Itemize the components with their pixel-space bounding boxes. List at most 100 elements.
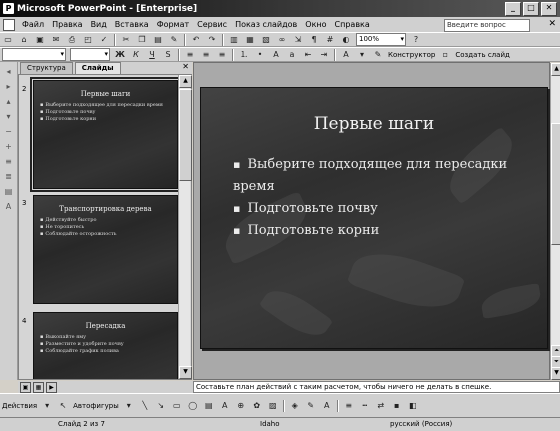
chart-icon[interactable]: ▥ (227, 33, 241, 46)
scroll-up-icon[interactable]: ▲ (179, 75, 192, 88)
actions-menu[interactable]: Действия (0, 402, 39, 410)
dropdown-arrow-icon[interactable]: ▾ (122, 399, 136, 412)
move-down-icon[interactable]: ▾ (4, 112, 14, 122)
tab-structure[interactable]: Структура (20, 62, 73, 74)
demote-icon[interactable]: ▸ (4, 82, 14, 92)
increase-indent-icon[interactable]: ⇥ (317, 48, 331, 61)
3d-style-icon[interactable]: ◧ (406, 399, 420, 412)
maximize-button[interactable]: □ (523, 2, 539, 16)
table-icon[interactable]: ▦ (243, 33, 257, 46)
expand-all-icon[interactable]: ≣ (4, 172, 14, 182)
expand-outline-icon[interactable]: + (4, 142, 14, 152)
color-grayscale-icon[interactable]: ◐ (339, 33, 353, 46)
font-size-select[interactable] (70, 48, 110, 61)
menu-insert[interactable]: Вставка (111, 17, 153, 32)
numbering-icon[interactable]: ⒈ (237, 48, 251, 61)
menu-tools[interactable]: Сервис (193, 17, 231, 32)
format-painter-icon[interactable]: ✎ (167, 33, 181, 46)
cut-icon[interactable]: ✂ (119, 33, 133, 46)
current-slide[interactable]: Первые шаги Выберите подходящее для пере… (200, 87, 548, 349)
new-icon[interactable]: ▭ (1, 33, 15, 46)
line-style-icon[interactable]: ≡ (342, 399, 356, 412)
open-icon[interactable]: ⌂ (17, 33, 31, 46)
collapse-icon[interactable]: − (4, 127, 14, 137)
align-center-icon[interactable]: ≡ (199, 48, 213, 61)
menu-window[interactable]: Окно (301, 17, 330, 32)
help-search-input[interactable]: Введите вопрос (444, 19, 530, 32)
slide-title[interactable]: Первые шаги (201, 114, 547, 134)
italic-icon[interactable]: К (129, 48, 143, 61)
slide-bullet[interactable]: Подготовьте корни (233, 220, 547, 242)
grid-icon[interactable]: # (323, 33, 337, 46)
close-button[interactable]: ✕ (541, 2, 557, 16)
fill-color-icon[interactable]: ◈ (288, 399, 302, 412)
shadow-style-icon[interactable]: ▪ (390, 399, 404, 412)
slide-bullet[interactable]: Выберите подходящее для пересадки время (233, 154, 547, 198)
slide-thumbnail-3[interactable]: Транспортировка дерева Действуйте быстро… (33, 195, 178, 304)
scroll-up-icon[interactable]: ▲ (551, 63, 560, 76)
menu-format[interactable]: Формат (153, 17, 193, 32)
hyperlink-icon[interactable]: ∞ (275, 33, 289, 46)
tab-slides[interactable]: Слайды (74, 62, 121, 74)
show-formatting-icon[interactable]: ¶ (307, 33, 321, 46)
select-objects-icon[interactable]: ↖ (56, 399, 70, 412)
undo-icon[interactable]: ↶ (189, 33, 203, 46)
print-icon[interactable]: ⎙ (65, 33, 79, 46)
slideshow-icon[interactable]: ▶ (46, 381, 57, 393)
dash-style-icon[interactable]: ┅ (358, 399, 372, 412)
slide-bullet-list[interactable]: Выберите подходящее для пересадки время … (233, 154, 547, 242)
menu-file[interactable]: Файл (18, 17, 48, 32)
menu-view[interactable]: Вид (87, 17, 111, 32)
dropdown-arrow-icon[interactable]: ▾ (355, 48, 369, 61)
align-right-icon[interactable]: ≡ (215, 48, 229, 61)
bullets-icon[interactable]: • (253, 48, 267, 61)
shadow-icon[interactable]: S (161, 48, 175, 61)
menu-help[interactable]: Справка (331, 17, 374, 32)
document-icon[interactable] (3, 18, 15, 31)
normal-view-icon[interactable]: ▣ (20, 381, 31, 393)
design-button[interactable]: Конструктор (386, 51, 437, 59)
arrow-style-icon[interactable]: ⇄ (374, 399, 388, 412)
scroll-down-icon[interactable]: ▼ (551, 367, 560, 380)
underline-icon[interactable]: Ч (145, 48, 159, 61)
slide-thumbnail-4[interactable]: Пересадка Выкопайте яму Разместите и удо… (33, 312, 178, 379)
save-icon[interactable]: ▣ (33, 33, 47, 46)
move-up-icon[interactable]: ▴ (4, 97, 14, 107)
preview-icon[interactable]: ◰ (81, 33, 95, 46)
scroll-thumb[interactable] (551, 123, 560, 245)
new-slide-button[interactable]: Создать слайд (453, 51, 511, 59)
scroll-down-icon[interactable]: ▼ (179, 366, 192, 379)
zoom-select[interactable]: 100% (356, 33, 406, 46)
arrow-icon[interactable]: ↘ (154, 399, 168, 412)
new-slide-icon[interactable]: ▫ (438, 48, 452, 61)
redo-icon[interactable]: ↷ (205, 33, 219, 46)
slide-thumbnail-2[interactable]: Первые шаги Выберите подходящее для пере… (30, 77, 181, 192)
summary-slide-icon[interactable]: ▤ (4, 187, 14, 197)
scroll-thumb[interactable] (179, 89, 192, 181)
decrease-indent-icon[interactable]: ⇤ (301, 48, 315, 61)
slide-bullet[interactable]: Подготовьте почву (233, 198, 547, 220)
diagram-icon[interactable]: ⊕ (234, 399, 248, 412)
design-icon[interactable]: ✎ (371, 48, 385, 61)
line-icon[interactable]: ╲ (138, 399, 152, 412)
pane-close-icon[interactable]: ✕ (182, 62, 189, 71)
slide-sorter-icon[interactable]: ▦ (33, 381, 44, 393)
font-select[interactable] (2, 48, 66, 61)
document-close-icon[interactable]: ✕ (548, 19, 556, 29)
line-color-icon[interactable]: ✎ (304, 399, 318, 412)
font-color-icon[interactable]: A (339, 48, 353, 61)
clipart-icon[interactable]: ✿ (250, 399, 264, 412)
tables-borders-icon[interactable]: ▧ (259, 33, 273, 46)
dropdown-arrow-icon[interactable]: ▾ (40, 399, 54, 412)
menu-edit[interactable]: Правка (48, 17, 86, 32)
increase-font-icon[interactable]: A (269, 48, 283, 61)
autoshapes-menu[interactable]: Автофигуры (71, 402, 121, 410)
show-formatting-outline-icon[interactable]: A (4, 202, 14, 212)
expand-icon[interactable]: ⇲ (291, 33, 305, 46)
menu-slideshow[interactable]: Показ слайдов (231, 17, 301, 32)
spelling-icon[interactable]: ✓ (97, 33, 111, 46)
paste-icon[interactable]: ▤ (151, 33, 165, 46)
picture-icon[interactable]: ▨ (266, 399, 280, 412)
copy-icon[interactable]: ❐ (135, 33, 149, 46)
decrease-font-icon[interactable]: a (285, 48, 299, 61)
